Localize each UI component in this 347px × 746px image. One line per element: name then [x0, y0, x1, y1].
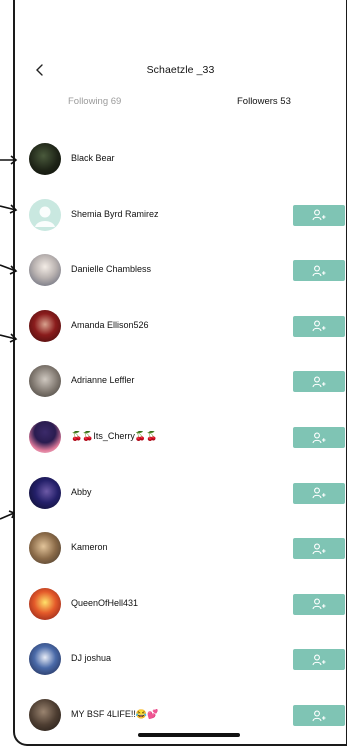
add-user-icon: [312, 209, 326, 221]
add-user-icon: [312, 432, 326, 443]
username[interactable]: Kameron: [71, 542, 108, 552]
list-item[interactable]: 🍒🍒Its_Cherry🍒🍒: [15, 416, 346, 460]
avatar[interactable]: [29, 254, 61, 287]
list-item[interactable]: Adrianne Leffler: [15, 360, 346, 404]
list-item[interactable]: Danielle Chambless: [15, 249, 346, 293]
username[interactable]: Adrianne Leffler: [71, 375, 134, 385]
add-user-icon: [312, 598, 326, 610]
username[interactable]: Danielle Chambless: [71, 264, 151, 274]
username[interactable]: Amanda Ellison526: [71, 320, 149, 330]
follow-button[interactable]: [293, 705, 345, 726]
phone-frame: Schaetzle _33 Following 69 Followers 53 …: [13, 0, 347, 746]
add-user-icon: [312, 487, 326, 499]
person-icon: [35, 206, 55, 227]
follow-button[interactable]: [293, 593, 345, 615]
annotation-arrow: [0, 510, 16, 520]
avatar[interactable]: [29, 476, 61, 509]
username[interactable]: Black Bear: [71, 153, 115, 163]
add-user-icon: [312, 543, 326, 554]
add-user-icon: [312, 654, 326, 666]
avatar[interactable]: [29, 587, 61, 620]
avatar[interactable]: [29, 643, 61, 676]
add-user-icon: [312, 376, 326, 388]
tab-following[interactable]: Following 69: [68, 96, 121, 107]
list-item[interactable]: Amanda Ellison526: [15, 305, 346, 349]
list-item[interactable]: DJ joshua: [15, 638, 346, 682]
avatar[interactable]: [29, 365, 61, 398]
add-user-icon: [312, 265, 326, 276]
follow-button[interactable]: [293, 260, 345, 282]
page-title: Schaetzle _33: [146, 64, 215, 76]
avatar[interactable]: [29, 699, 61, 731]
username[interactable]: Abby: [71, 487, 92, 497]
annotation-arrow: [0, 264, 18, 275]
tab-followers[interactable]: Followers 53: [237, 96, 291, 107]
list-item[interactable]: MY BSF 4LIFE!!😂💕: [15, 694, 346, 738]
list-item[interactable]: Kameron: [15, 527, 346, 571]
annotation-arrow: [0, 204, 18, 214]
add-user-icon: [312, 710, 326, 721]
username[interactable]: DJ joshua: [71, 653, 111, 663]
avatar[interactable]: [29, 143, 61, 175]
home-indicator: [138, 733, 240, 737]
follow-button[interactable]: [293, 204, 345, 226]
avatar[interactable]: [29, 532, 61, 565]
annotation-arrow: [0, 155, 18, 165]
header: Schaetzle _33: [15, 58, 346, 86]
list-item[interactable]: Abby: [15, 472, 346, 516]
username[interactable]: 🍒🍒Its_Cherry🍒🍒: [71, 431, 157, 442]
follow-button[interactable]: [293, 538, 345, 560]
username[interactable]: QueenOfHell431: [71, 598, 138, 608]
username[interactable]: MY BSF 4LIFE!!😂💕: [71, 709, 158, 720]
list-item[interactable]: QueenOfHell431: [15, 583, 346, 627]
add-user-icon: [312, 320, 326, 332]
follow-button[interactable]: [293, 427, 345, 448]
list-item[interactable]: Shemia Byrd Ramirez: [15, 194, 346, 238]
annotation-arrow: [0, 333, 18, 343]
avatar[interactable]: [29, 421, 61, 453]
follow-button[interactable]: [293, 315, 345, 337]
avatar[interactable]: [29, 198, 61, 231]
tab-bar: Following 69 Followers 53: [15, 96, 346, 114]
follow-button[interactable]: [293, 482, 345, 504]
follow-button[interactable]: [293, 371, 345, 393]
avatar[interactable]: [29, 309, 61, 342]
follow-button[interactable]: [293, 649, 345, 671]
username[interactable]: Shemia Byrd Ramirez: [71, 209, 159, 219]
list-item[interactable]: Black Bear: [15, 138, 346, 182]
